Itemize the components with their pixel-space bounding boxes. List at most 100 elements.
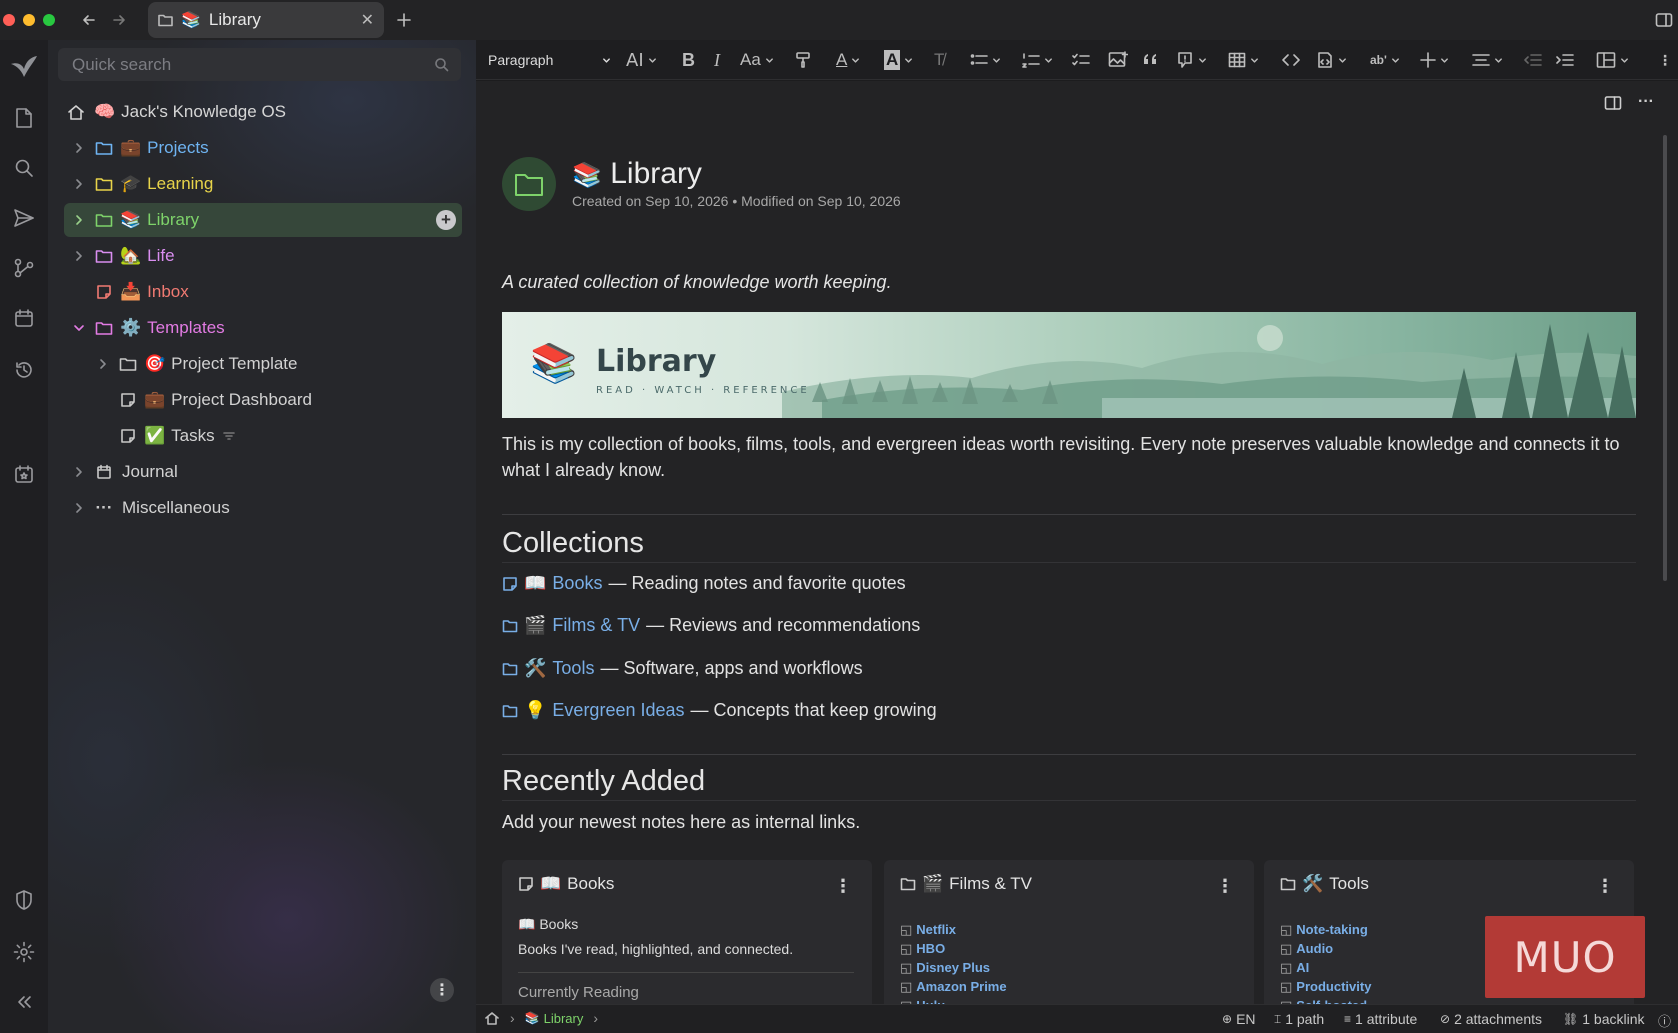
list-item[interactable]: ◱ Netflix xyxy=(900,920,1007,939)
tree-item-projects[interactable]: 💼 Projects xyxy=(64,131,462,165)
recent-changes-launcher[interactable] xyxy=(8,354,40,386)
note-taking-link[interactable]: Note-taking xyxy=(1296,920,1368,939)
ai-link[interactable]: AI xyxy=(1296,958,1309,977)
jump-to-launcher[interactable] xyxy=(8,202,40,234)
chevron-right-icon[interactable] xyxy=(72,141,86,155)
block-quote-button[interactable] xyxy=(1142,48,1160,72)
list-item[interactable]: ◱ Self-hosted xyxy=(1280,996,1371,1004)
tree-item-project-template[interactable]: 🎯 Project Template xyxy=(64,347,462,381)
info-status[interactable]: ⓘ xyxy=(1658,1011,1671,1030)
settings-launcher[interactable] xyxy=(8,936,40,968)
tree-item-learning[interactable]: 🎓 Learning xyxy=(64,167,462,201)
tree-item-inbox[interactable]: 📥 Inbox xyxy=(64,275,462,309)
tools-link[interactable]: Tools xyxy=(552,658,594,679)
chevron-right-icon[interactable] xyxy=(72,213,86,227)
card-menu-button[interactable]: ⋮ xyxy=(1216,876,1234,897)
note-map-launcher[interactable] xyxy=(8,252,40,284)
hbo-link[interactable]: HBO xyxy=(916,939,945,958)
card-menu-button[interactable]: ⋮ xyxy=(1596,876,1614,897)
bullet-list-button[interactable] xyxy=(970,48,1001,72)
text-color-button[interactable]: A xyxy=(836,48,860,72)
font-size-button[interactable]: AI xyxy=(626,48,657,72)
amazon-prime-link[interactable]: Amazon Prime xyxy=(916,977,1006,996)
alignment-button[interactable] xyxy=(1472,48,1503,72)
spell-check-button[interactable]: ab' xyxy=(1370,48,1400,72)
app-logo[interactable] xyxy=(8,50,40,82)
format-painter-button[interactable] xyxy=(794,48,812,72)
numbered-list-button[interactable] xyxy=(1022,48,1053,72)
tree-root[interactable]: 🧠 Jack's Knowledge OS xyxy=(64,95,462,129)
toolbar-more-button[interactable]: ⋮ xyxy=(1658,48,1672,72)
breadcrumb-current[interactable]: Library xyxy=(544,1011,584,1026)
outdent-button[interactable] xyxy=(1524,48,1542,72)
block-type-select[interactable]: Paragraph xyxy=(488,48,611,72)
new-note-launcher[interactable] xyxy=(8,102,40,134)
list-item[interactable]: ◱ HBO xyxy=(900,939,1007,958)
insert-table-button[interactable] xyxy=(1228,48,1259,72)
calendar-launcher[interactable] xyxy=(8,302,40,334)
list-item[interactable]: ◱ Productivity xyxy=(1280,977,1371,996)
hulu-link[interactable]: Hulu xyxy=(916,996,945,1004)
content-scrollbar[interactable] xyxy=(1663,135,1667,581)
today-launcher[interactable] xyxy=(8,458,40,490)
card-menu-button[interactable]: ⋮ xyxy=(834,876,852,897)
films-tv-link[interactable]: Films & TV xyxy=(552,615,640,636)
tree-item-templates[interactable]: ⚙️ Templates xyxy=(64,311,462,345)
tree-menu-button[interactable]: ⋮ xyxy=(430,978,454,1002)
tab-library[interactable]: 📚 Library ✕ xyxy=(148,2,384,38)
list-item[interactable]: ◱ Disney Plus xyxy=(900,958,1007,977)
indent-button[interactable] xyxy=(1556,48,1574,72)
list-item[interactable]: ◱ Amazon Prime xyxy=(900,977,1007,996)
text-case-button[interactable]: Aa xyxy=(740,48,774,72)
toggle-right-pane-button[interactable] xyxy=(1604,95,1622,111)
audio-link[interactable]: Audio xyxy=(1296,939,1333,958)
list-item[interactable]: ◱ Audio xyxy=(1280,939,1371,958)
language-status[interactable]: ⊕ EN xyxy=(1222,1011,1256,1027)
quick-search-input[interactable] xyxy=(72,54,412,75)
tree-item-library[interactable]: 📚 Library + xyxy=(64,203,462,237)
window-minimize-button[interactable] xyxy=(23,14,35,26)
list-item[interactable]: ◱ AI xyxy=(1280,958,1371,977)
productivity-link[interactable]: Productivity xyxy=(1296,977,1371,996)
card-films-tv[interactable]: 🎬 Films & TV ⋮ ◱ Netflix ◱ HBO ◱ Disney Plu… xyxy=(884,860,1254,1004)
insert-image-button[interactable] xyxy=(1108,48,1128,72)
tree-item-project-dashboard[interactable]: 💼 Project Dashboard xyxy=(64,383,462,417)
note-title[interactable]: 📚 Library xyxy=(572,157,702,191)
back-button[interactable] xyxy=(77,8,101,32)
list-item[interactable]: ◱ Note-taking xyxy=(1280,920,1371,939)
tree-item-life[interactable]: 🏡 Life xyxy=(64,239,462,273)
chevron-down-icon[interactable] xyxy=(72,321,86,335)
bold-button[interactable]: B xyxy=(682,48,695,72)
highlight-color-button[interactable]: A xyxy=(884,48,913,72)
tab-close-button[interactable]: ✕ xyxy=(361,10,374,30)
chevron-right-icon[interactable] xyxy=(72,465,86,479)
new-tab-button[interactable] xyxy=(392,8,416,32)
list-item[interactable]: ◱ Hulu xyxy=(900,996,1007,1004)
evergreen-ideas-link[interactable]: Evergreen Ideas xyxy=(552,700,684,721)
chevron-right-icon[interactable] xyxy=(96,357,110,371)
add-child-note-button[interactable]: + xyxy=(436,210,456,230)
code-block-button[interactable] xyxy=(1316,48,1347,72)
window-close-button[interactable] xyxy=(3,14,15,26)
forward-button[interactable] xyxy=(107,8,131,32)
italic-button[interactable]: I xyxy=(714,48,720,72)
insert-button[interactable] xyxy=(1420,48,1449,72)
note-icon-button[interactable] xyxy=(502,157,556,211)
home-icon[interactable] xyxy=(484,1010,500,1026)
card-books[interactable]: 📖 Books ⋮ 📖 Books Books I've read, highl… xyxy=(502,860,872,1004)
chevron-right-icon[interactable] xyxy=(72,249,86,263)
attributes-status[interactable]: ≡ 1 attribute xyxy=(1344,1011,1417,1027)
admonition-button[interactable] xyxy=(1176,48,1207,72)
backlinks-status[interactable]: ⛓ 1 backlink xyxy=(1563,1011,1645,1027)
chevron-right-icon[interactable] xyxy=(72,177,86,191)
attachments-status[interactable]: ⊘ 2 attachments xyxy=(1440,1011,1542,1027)
todo-list-button[interactable] xyxy=(1072,48,1090,72)
books-link[interactable]: Books xyxy=(552,573,602,594)
inline-code-button[interactable] xyxy=(1282,48,1300,72)
search-launcher[interactable] xyxy=(8,152,40,184)
window-maximize-button[interactable] xyxy=(43,14,55,26)
paths-status[interactable]: ⌶ 1 path xyxy=(1274,1011,1324,1027)
toggle-right-pane-button[interactable] xyxy=(1652,8,1676,32)
self-hosted-link[interactable]: Self-hosted xyxy=(1296,996,1367,1004)
chevron-right-icon[interactable] xyxy=(72,501,86,515)
